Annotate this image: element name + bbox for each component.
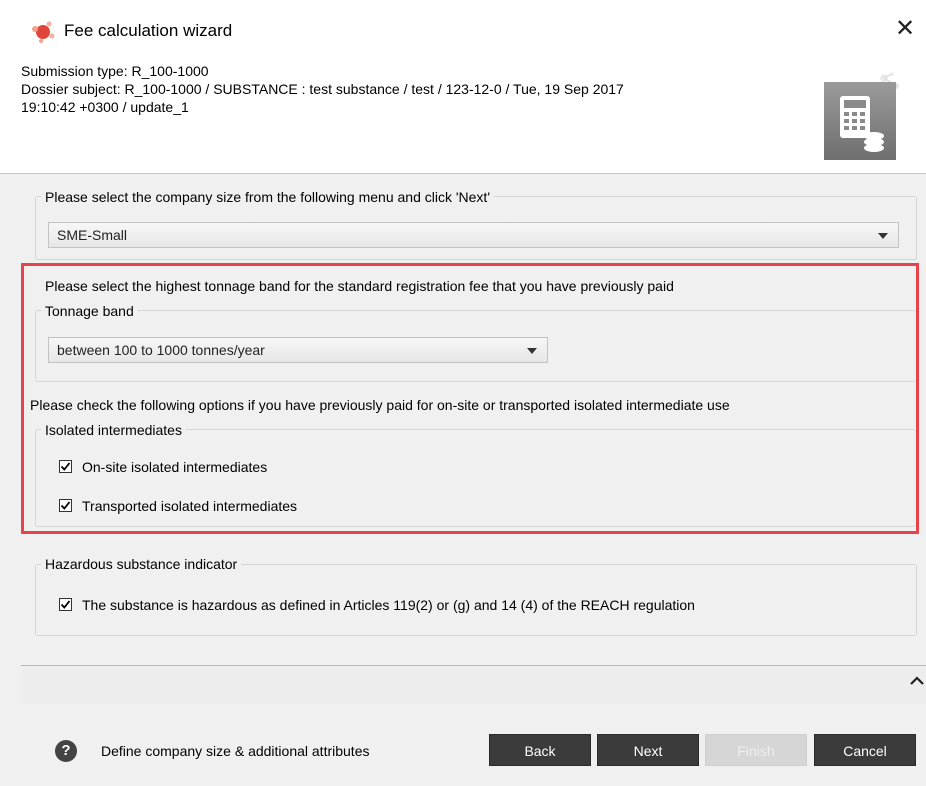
collapsible-panel-bar[interactable] — [21, 665, 926, 705]
transported-intermediates-label[interactable]: Transported isolated intermediates — [82, 498, 297, 514]
hazard-indicator-label: Hazardous substance indicator — [41, 556, 242, 572]
help-icon[interactable]: ? — [55, 740, 77, 762]
next-button[interactable]: Next — [597, 734, 699, 766]
close-icon[interactable]: ✕ — [890, 14, 920, 44]
hazardous-substance-checkbox[interactable] — [59, 598, 72, 611]
onsite-intermediates-checkbox[interactable] — [59, 460, 72, 473]
transported-intermediates-checkbox[interactable] — [59, 499, 72, 512]
company-size-selected-value: SME-Small — [57, 227, 128, 243]
submission-type-text: Submission type: R_100-1000 — [21, 63, 209, 79]
window-title: Fee calculation wizard — [64, 21, 233, 40]
calculator-icon — [824, 72, 899, 160]
tonnage-prompt: Please select the highest tonnage band f… — [45, 278, 674, 294]
chevron-down-icon — [527, 348, 537, 354]
cancel-button[interactable]: Cancel — [814, 734, 916, 766]
finish-button[interactable]: Finish — [705, 734, 807, 766]
wizard-header: Submission type: R_100-1000 Dossier subj… — [0, 57, 926, 174]
app-logo-icon — [32, 21, 55, 43]
tonnage-band-selected-value: between 100 to 1000 tonnes/year — [57, 342, 265, 358]
chevron-up-icon[interactable] — [908, 672, 926, 690]
step-description: Define company size & additional attribu… — [101, 743, 370, 759]
wizard-footer: ? Define company size & additional attri… — [0, 704, 926, 786]
title-bar: Fee calculation wizard ✕ — [0, 0, 926, 57]
checkmark-icon — [60, 501, 71, 510]
company-size-prompt: Please select the company size from the … — [41, 189, 494, 205]
tonnage-band-select[interactable]: between 100 to 1000 tonnes/year — [48, 337, 548, 363]
dossier-subject-line2: 19:10:42 +0300 / update_1 — [21, 99, 189, 115]
intermediates-prompt: Please check the following options if yo… — [30, 397, 730, 413]
onsite-intermediates-label[interactable]: On-site isolated intermediates — [82, 459, 267, 475]
company-size-select[interactable]: SME-Small — [48, 222, 899, 248]
chevron-down-icon — [878, 233, 888, 239]
back-button[interactable]: Back — [489, 734, 591, 766]
hazardous-substance-label[interactable]: The substance is hazardous as defined in… — [82, 597, 695, 613]
isolated-intermediates-label: Isolated intermediates — [41, 422, 186, 438]
checkmark-icon — [60, 600, 71, 609]
tonnage-band-label: Tonnage band — [41, 303, 138, 319]
dossier-subject-line1: Dossier subject: R_100-1000 / SUBSTANCE … — [21, 81, 624, 97]
fee-wizard-window: Fee calculation wizard ✕ Submission type… — [0, 0, 926, 786]
checkmark-icon — [60, 462, 71, 471]
